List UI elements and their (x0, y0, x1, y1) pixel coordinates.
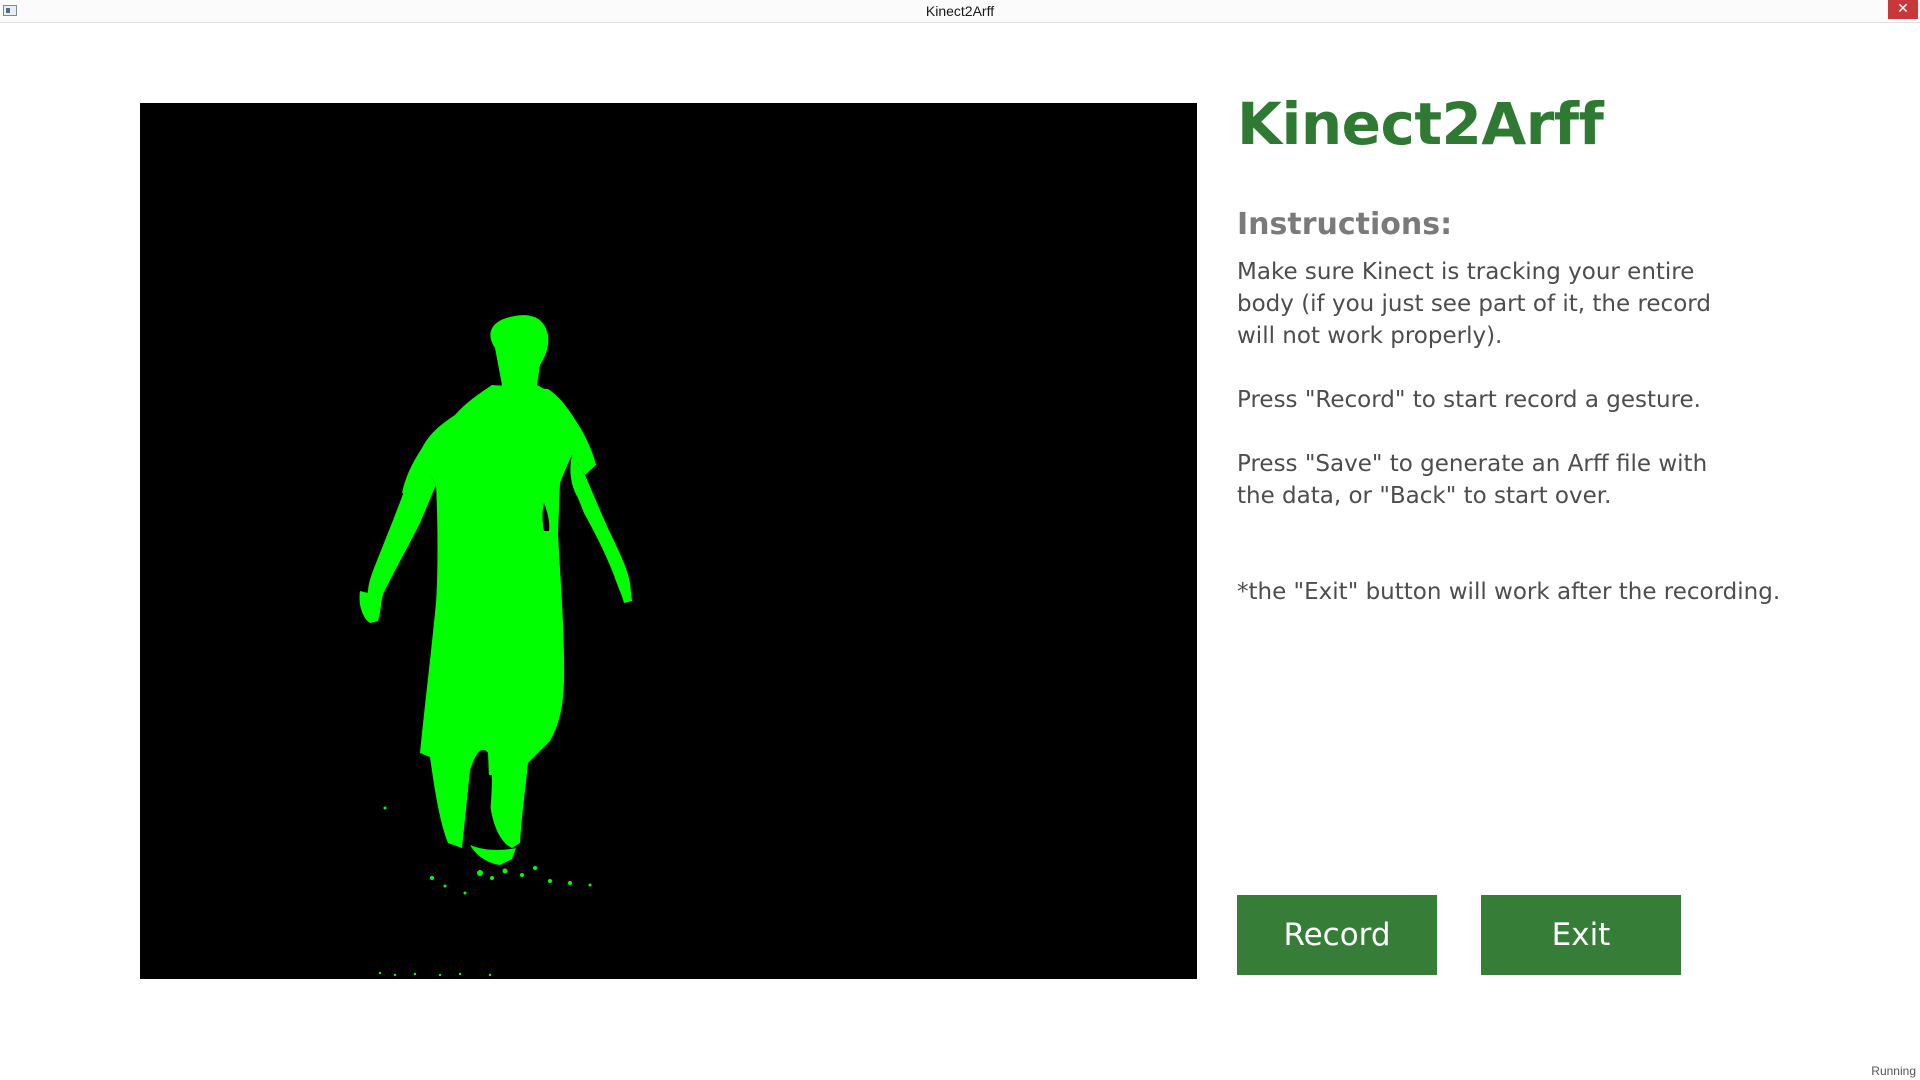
close-button[interactable]: ✕ (1888, 0, 1918, 19)
close-icon: ✕ (1897, 1, 1909, 17)
instruction-save: Press "Save" to generate an Arff file wi… (1237, 451, 1708, 509)
status-text: Running (1871, 1064, 1916, 1078)
exit-button[interactable]: Exit (1481, 895, 1681, 975)
instruction-tracking: Make sure Kinect is tracking your entire… (1237, 259, 1711, 349)
app-heading: Kinect2Arff (1237, 90, 1604, 158)
kinect-body-view (140, 103, 1197, 979)
body-silhouette (359, 315, 632, 977)
exit-note: *the "Exit" button will work after the r… (1237, 579, 1781, 605)
window-title: Kinect2Arff (925, 3, 995, 19)
title-bar: Kinect2Arff ✕ (0, 0, 1920, 23)
instructions-heading: Instructions: (1237, 207, 1453, 242)
record-button[interactable]: Record (1237, 895, 1437, 975)
instruction-record: Press "Record" to start record a gesture… (1237, 387, 1701, 413)
